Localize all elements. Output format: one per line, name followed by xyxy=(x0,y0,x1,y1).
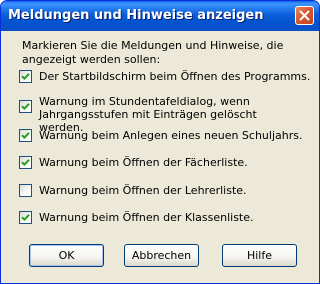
help-button[interactable]: Hilfe xyxy=(222,244,297,267)
title-bar[interactable]: Meldungen und Hinweise anzeigen xyxy=(1,1,319,31)
ok-button[interactable]: OK xyxy=(29,244,104,267)
window-title: Meldungen und Hinweise anzeigen xyxy=(8,8,264,23)
option-label: Warnung beim Anlegen eines neuen Schulja… xyxy=(39,129,303,142)
option-label: Warnung beim Öffnen der Lehrerliste. xyxy=(39,184,247,197)
option-label: Warnung beim Öffnen der Fächerliste. xyxy=(39,156,248,169)
checkmark-icon xyxy=(21,103,30,111)
checkmark-icon xyxy=(21,73,30,81)
option-checkbox[interactable] xyxy=(19,211,32,224)
dialog-window: Meldungen und Hinweise anzeigen Markiere… xyxy=(0,0,320,284)
option-checkbox[interactable] xyxy=(19,184,32,197)
option-checkbox[interactable] xyxy=(19,129,32,142)
option-label: Warnung beim Öffnen der Klassenliste. xyxy=(39,211,254,224)
close-icon xyxy=(299,10,310,21)
option-checkbox[interactable] xyxy=(19,100,32,113)
checkmark-icon xyxy=(21,132,30,140)
checkmark-icon xyxy=(21,214,30,222)
option-label: Der Startbildschirm beim Öffnen des Prog… xyxy=(39,70,311,83)
dialog-content: Markieren Sie die Meldungen und Hinweise… xyxy=(4,31,316,280)
checkmark-icon xyxy=(21,159,30,167)
intro-text: Markieren Sie die Meldungen und Hinweise… xyxy=(22,39,284,66)
option-checkbox[interactable] xyxy=(19,70,32,83)
option-checkbox[interactable] xyxy=(19,156,32,169)
cancel-button[interactable]: Abbrechen xyxy=(124,244,199,267)
close-button[interactable] xyxy=(295,6,314,25)
